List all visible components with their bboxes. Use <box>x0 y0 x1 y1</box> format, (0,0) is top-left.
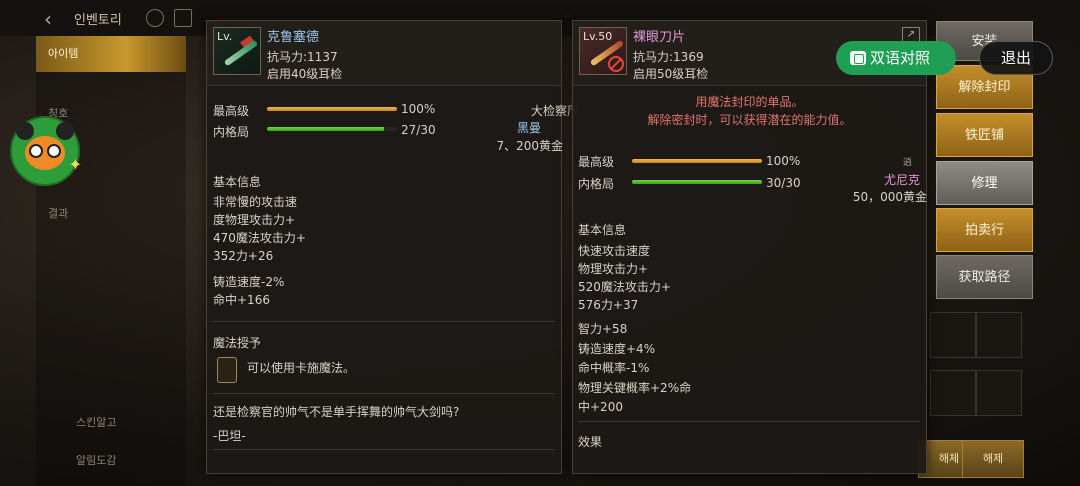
max-grade-bar <box>632 159 762 163</box>
mascot-ear-icon <box>56 122 74 140</box>
seal-notice: 用魔法封印的单品。 解除密封时，可以获得潜在的能力值。 <box>573 87 926 137</box>
max-grade-value: 100% <box>401 102 436 116</box>
inventory-slot[interactable] <box>930 312 976 358</box>
bar-fill <box>267 107 397 111</box>
inventory-sidebar: 아이템 칭호 아바타 결과 스킨알고 알림도감 <box>36 36 186 486</box>
max-grade-bar <box>267 107 397 111</box>
get-path-button[interactable]: 获取路径 <box>936 255 1033 299</box>
item-name: 克鲁塞德 <box>267 30 320 45</box>
bar-fill <box>632 180 762 184</box>
mascot-ear-icon <box>16 122 34 140</box>
magic-grant-text: 可以使用卡施魔法。 <box>247 361 356 375</box>
shop-name: 尤尼克 <box>883 173 920 187</box>
shop-price: 50，000黄金 <box>852 190 927 204</box>
release-button[interactable]: 해제 <box>962 440 1024 478</box>
eye-icon[interactable] <box>146 9 164 27</box>
stat-line: 快速攻击速度 <box>578 244 651 258</box>
stat-line: 非常慢的攻击速 <box>213 195 298 209</box>
quote-author: -巴坦- <box>213 429 246 443</box>
sword-item-icon: Lv. <box>213 27 261 75</box>
basic-info-lines: 快速攻击速度 物理攻击力+ 520魔法攻击力+ 576力+37 <box>578 242 671 314</box>
inner-label: 内格局 <box>578 177 615 191</box>
back-arrow-icon[interactable]: ‹ <box>44 7 52 31</box>
item-quote: 还是检察官的帅气不是单手挥舞的帅气大剑吗? <box>213 405 460 419</box>
extra-stat-lines: 智力+58 铸造速度+4% 命中概率-1% 物理关键概率+2%命 中+200 <box>578 320 691 418</box>
stat-line: 576力+37 <box>578 298 639 312</box>
collection-button[interactable]: 알림도감 <box>76 452 116 468</box>
level-badge: Lv. <box>217 30 233 43</box>
inner-bar <box>267 127 397 131</box>
stat-line: 352力+26 <box>213 249 274 263</box>
repair-button[interactable]: 修理 <box>936 161 1033 205</box>
mascot-face-icon <box>25 136 65 170</box>
max-grade-value: 100% <box>766 154 801 168</box>
translate-icon <box>850 51 866 65</box>
item-enable-level: 启用50级耳检 <box>633 67 709 81</box>
stat-line: 智力+58 <box>578 322 628 336</box>
seal-line: 用魔法封印的单品。 <box>695 95 804 109</box>
sealed-ban-icon <box>608 56 624 72</box>
seal-line: 解除密封时，可以获得潜在的能力值。 <box>647 113 852 127</box>
divider <box>213 393 555 394</box>
item-enable-level: 启用40级耳检 <box>267 67 343 81</box>
shop-price: 7、200黄金 <box>496 139 563 153</box>
stat-line: 520魔法攻击力+ <box>578 280 671 294</box>
stat-line: 中+200 <box>578 400 623 414</box>
item-header: Lv. 克鲁塞德 抗马力:1137 启用40级耳检 <box>207 21 561 86</box>
item-resist: 抗马力:1369 <box>633 50 704 64</box>
inner-value: 30/30 <box>766 176 801 190</box>
bilingual-label: 双语对照 <box>870 49 931 67</box>
sidebar-item-results[interactable]: 결과 <box>36 196 186 232</box>
inner-value: 27/30 <box>401 123 436 137</box>
extra-stat-lines: 铸造速度-2% 命中+166 <box>213 273 284 309</box>
inner-label: 内格局 <box>213 125 250 139</box>
bar-fill <box>632 159 762 163</box>
level-badge: Lv.50 <box>583 30 613 43</box>
auction-button[interactable]: 拍卖行 <box>936 208 1033 252</box>
basic-info-lines: 非常慢的攻击速 度物理攻击力+ 470魔法攻击力+ 352力+26 <box>213 193 306 265</box>
bilingual-compare-button[interactable]: 双语对照 <box>836 41 956 75</box>
stat-line: 物理关键概率+2%命 <box>578 380 692 395</box>
stat-line: 命中+166 <box>213 293 270 307</box>
stat-line: 470魔法攻击力+ <box>213 231 306 245</box>
effect-title: 效果 <box>578 435 603 449</box>
shop-tag: 逍 <box>902 158 912 168</box>
divider <box>578 421 920 422</box>
stat-line: 命中概率-1% <box>578 361 650 375</box>
selected-item-tooltip: Lv.50 裸眼刀片 抗马力:1369 启用50级耳检 ↗ 用魔法封印的单品。 … <box>572 20 927 474</box>
magic-grant-title: 魔法授予 <box>213 336 262 350</box>
blacksmith-button[interactable]: 铁匠铺 <box>936 113 1033 157</box>
skin-button[interactable]: 스킨알고 <box>76 414 116 430</box>
mascot-eye-icon <box>29 144 43 158</box>
stat-line: 铸造速度-2% <box>213 275 285 289</box>
shop-sub: 黑曼 <box>516 121 541 135</box>
item-resist: 抗马力:1137 <box>267 50 338 64</box>
magic-card-icon <box>217 357 237 383</box>
bar-fill <box>267 127 384 131</box>
sidebar-item-items[interactable]: 아이템 <box>36 36 186 72</box>
item-name: 裸眼刀片 <box>633 30 686 45</box>
inventory-slot[interactable] <box>976 370 1022 416</box>
stat-line: 铸造速度+4% <box>578 341 656 356</box>
max-grade-label: 最高级 <box>578 155 615 169</box>
max-grade-label: 最高级 <box>213 104 250 118</box>
stat-line: 物理攻击力+ <box>578 262 649 276</box>
inventory-title: 인벤토리 <box>74 13 122 28</box>
assistant-mascot-avatar[interactable]: ✦ <box>10 116 82 186</box>
basic-info-title: 基本信息 <box>578 223 627 237</box>
stat-line: 度物理攻击力+ <box>213 213 296 227</box>
inner-bar <box>632 180 762 184</box>
inventory-slot[interactable] <box>930 370 976 416</box>
divider <box>213 449 555 450</box>
mascot-eye-icon <box>47 144 61 158</box>
equipped-item-tooltip: Lv. 克鲁塞德 抗马力:1137 启用40级耳检 最高级 100% 内格局 2… <box>206 20 579 474</box>
divider <box>213 321 555 322</box>
blade-item-icon: Lv.50 <box>579 27 627 75</box>
exit-button[interactable]: 退出 <box>979 41 1053 75</box>
inventory-slot[interactable] <box>976 312 1022 358</box>
box-icon[interactable] <box>174 9 192 27</box>
sparkle-icon: ✦ <box>68 155 82 174</box>
basic-info-title: 基本信息 <box>213 175 262 189</box>
